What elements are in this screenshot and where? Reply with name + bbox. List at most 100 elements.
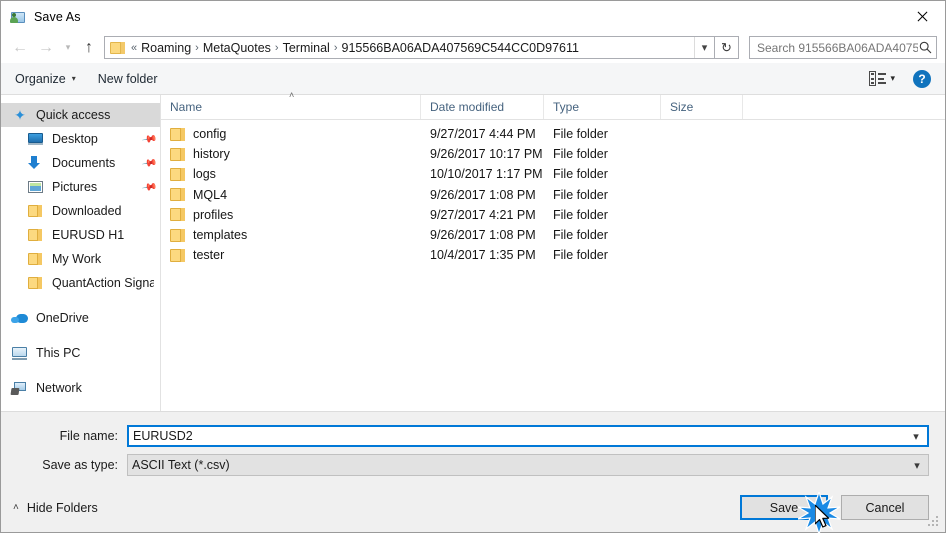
sidebar-item-downloaded[interactable]: Downloaded bbox=[1, 199, 160, 223]
sidebar-item-desktop[interactable]: Desktop 📌 bbox=[1, 127, 160, 151]
breadcrumb-item-roaming[interactable]: Roaming bbox=[141, 41, 191, 55]
table-row[interactable]: tester 10/4/2017 1:35 PM File folder bbox=[161, 245, 945, 265]
file-type: File folder bbox=[553, 228, 608, 243]
sidebar-item-quick-access[interactable]: ✦ Quick access bbox=[1, 103, 160, 127]
table-row[interactable]: templates 9/26/2017 1:08 PM File folder bbox=[161, 225, 945, 245]
column-headers: Name ˄ Date modified Type Size bbox=[161, 90, 945, 120]
folder-icon bbox=[170, 167, 185, 181]
folder-icon bbox=[170, 127, 185, 141]
back-button[interactable]: ← bbox=[7, 36, 33, 60]
save-as-type-select[interactable]: ASCII Text (*.csv) ▾ bbox=[127, 454, 929, 476]
file-name-input[interactable]: EURUSD2 ▾ bbox=[127, 425, 929, 447]
list-view-icon bbox=[869, 71, 887, 86]
table-row[interactable]: history 9/26/2017 10:17 PM File folder bbox=[161, 144, 945, 164]
file-list-pane: Name ˄ Date modified Type Size config 9/… bbox=[161, 90, 945, 411]
table-row[interactable]: logs 10/10/2017 1:17 PM File folder bbox=[161, 164, 945, 184]
save-button[interactable]: Save bbox=[740, 495, 828, 520]
file-date: 10/10/2017 1:17 PM bbox=[430, 167, 543, 182]
address-dropdown-button[interactable]: ▾ bbox=[694, 37, 714, 58]
search-box[interactable]: Search 915566BA06ADA40756... bbox=[749, 36, 937, 59]
refresh-button[interactable]: ↻ bbox=[715, 36, 739, 59]
file-name-cell: logs bbox=[161, 164, 421, 184]
save-as-dialog: Save As ← → ▾ ↑ « Roaming › MetaQuotes ›… bbox=[0, 0, 946, 533]
refresh-icon: ↻ bbox=[721, 39, 732, 55]
sidebar-item-label: OneDrive bbox=[36, 311, 89, 325]
file-size bbox=[661, 225, 743, 245]
folder-icon bbox=[170, 248, 185, 262]
file-name: tester bbox=[193, 248, 225, 263]
forward-button[interactable]: → bbox=[33, 36, 59, 60]
cancel-button[interactable]: Cancel bbox=[841, 495, 929, 520]
hide-folders-button[interactable]: ˄ Hide Folders bbox=[13, 501, 98, 515]
chevron-down-icon[interactable]: ▾ bbox=[905, 430, 927, 443]
file-size bbox=[661, 124, 743, 144]
file-name: config bbox=[193, 127, 227, 142]
column-header-type[interactable]: Type bbox=[544, 95, 661, 119]
sidebar-item-pictures[interactable]: Pictures 📌 bbox=[1, 175, 160, 199]
file-size bbox=[661, 144, 743, 164]
search-input[interactable]: Search 915566BA06ADA40756... bbox=[757, 41, 918, 55]
column-header-filler bbox=[743, 95, 945, 119]
address-bar[interactable]: « Roaming › MetaQuotes › Terminal › 9155… bbox=[104, 36, 715, 59]
table-row[interactable]: profiles 9/27/2017 4:21 PM File folder bbox=[161, 205, 945, 225]
file-size bbox=[661, 245, 743, 265]
folder-icon bbox=[27, 227, 45, 243]
table-row[interactable]: MQL4 9/26/2017 1:08 PM File folder bbox=[161, 185, 945, 205]
file-name-cell: templates bbox=[161, 225, 421, 245]
new-folder-label: New folder bbox=[97, 71, 158, 86]
file-size bbox=[661, 205, 743, 225]
folder-icon bbox=[170, 188, 185, 202]
breadcrumb-item-terminal[interactable]: Terminal bbox=[283, 41, 330, 55]
sidebar-item-label: Documents bbox=[52, 156, 116, 170]
organize-button[interactable]: Organize ▾ bbox=[15, 63, 76, 94]
column-header-size[interactable]: Size bbox=[661, 95, 743, 119]
folder-icon bbox=[110, 41, 125, 54]
file-name: logs bbox=[193, 167, 216, 182]
recent-locations-button[interactable]: ▾ bbox=[59, 36, 77, 60]
save-form: File name: EURUSD2 ▾ Save as type: ASCII… bbox=[1, 411, 945, 483]
sort-ascending-icon: ˄ bbox=[289, 90, 295, 100]
sidebar-item-this-pc[interactable]: This PC bbox=[1, 341, 160, 365]
close-icon bbox=[916, 11, 928, 23]
breadcrumb-item-terminal-id[interactable]: 915566BA06ADA407569C544CC0D97611 bbox=[342, 41, 579, 55]
close-button[interactable] bbox=[899, 1, 945, 32]
folder-icon bbox=[170, 228, 185, 242]
help-button[interactable]: ? bbox=[913, 69, 931, 88]
help-icon: ? bbox=[918, 71, 926, 86]
desktop-icon bbox=[27, 131, 45, 147]
file-name: history bbox=[193, 147, 230, 162]
new-folder-button[interactable]: New folder bbox=[98, 63, 158, 94]
forward-arrow-icon: → bbox=[38, 38, 54, 56]
column-header-name[interactable]: Name ˄ bbox=[161, 90, 421, 119]
chevron-down-icon[interactable]: ▾ bbox=[906, 459, 928, 472]
star-icon: ✦ bbox=[14, 107, 26, 123]
sidebar-item-label: Quick access bbox=[36, 108, 111, 122]
sidebar-item-label: Network bbox=[36, 381, 82, 395]
pictures-icon bbox=[27, 179, 45, 195]
file-name: templates bbox=[193, 228, 248, 243]
sidebar-item-my-work[interactable]: My Work bbox=[1, 247, 160, 271]
file-rows: config 9/27/2017 4:44 PM File folder his… bbox=[161, 120, 945, 411]
file-date: 10/4/2017 1:35 PM bbox=[430, 248, 536, 263]
up-button[interactable]: ↑ bbox=[77, 36, 101, 60]
sidebar-item-onedrive[interactable]: OneDrive bbox=[1, 306, 160, 330]
file-size bbox=[661, 185, 743, 205]
sidebar-item-label: Downloaded bbox=[52, 204, 122, 218]
file-date: 9/26/2017 1:08 PM bbox=[430, 187, 536, 202]
pin-icon: 📌 bbox=[140, 179, 158, 196]
sidebar-item-documents[interactable]: Documents 📌 bbox=[1, 151, 160, 175]
sidebar-item-eurusd-h1[interactable]: EURUSD H1 bbox=[1, 223, 160, 247]
table-row[interactable]: config 9/27/2017 4:44 PM File folder bbox=[161, 124, 945, 144]
chevron-down-icon: ▾ bbox=[890, 73, 895, 83]
dialog-body: ✦ Quick access Desktop 📌 Documents 📌 Pic… bbox=[1, 90, 945, 411]
view-options-button[interactable]: ▾ bbox=[869, 63, 913, 94]
column-header-date-modified[interactable]: Date modified bbox=[421, 95, 544, 119]
window-title: Save As bbox=[34, 9, 81, 24]
up-arrow-icon: ↑ bbox=[85, 38, 93, 56]
folder-icon bbox=[27, 203, 45, 219]
resize-grip[interactable] bbox=[928, 516, 940, 528]
sidebar-item-quantaction-signal[interactable]: QuantAction Signal bbox=[1, 271, 160, 295]
breadcrumb-item-metaquotes[interactable]: MetaQuotes bbox=[203, 41, 271, 55]
sidebar-item-network[interactable]: Network bbox=[1, 376, 160, 400]
navigation-bar: ← → ▾ ↑ « Roaming › MetaQuotes › Termina… bbox=[1, 32, 945, 63]
